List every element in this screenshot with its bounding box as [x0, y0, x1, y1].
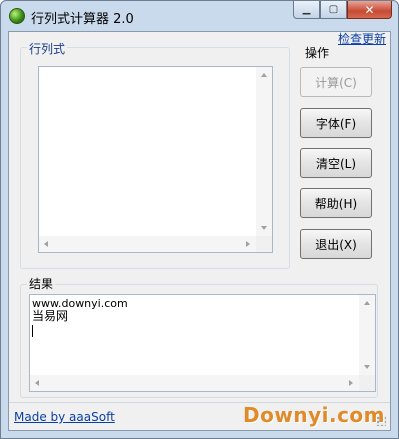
scroll-left-icon[interactable] — [35, 380, 39, 386]
close-button[interactable]: ✕ — [347, 1, 392, 19]
scroll-up-icon[interactable] — [261, 73, 267, 77]
title-bar[interactable]: 行列式计算器 2.0 ▁ ▢ ✕ — [1, 1, 398, 31]
result-vscrollbar[interactable] — [359, 295, 375, 375]
client-area: 检查更新 行列式 操作 计算(C) 字体(F) 清空(L) 帮助(H) 退出(X… — [8, 31, 391, 431]
scroll-corner — [256, 236, 272, 252]
determinant-input[interactable] — [38, 66, 273, 253]
result-line-2: 当易网 — [32, 309, 69, 323]
help-button[interactable]: 帮助(H) — [300, 188, 372, 218]
scroll-corner — [359, 375, 375, 391]
determinant-hscrollbar[interactable] — [39, 236, 256, 252]
window-title: 行列式计算器 2.0 — [31, 12, 134, 27]
font-button[interactable]: 字体(F) — [300, 108, 372, 138]
result-output[interactable]: www.downyi.com 当易网 — [29, 294, 376, 392]
maximize-button[interactable]: ▢ — [320, 1, 347, 19]
maximize-icon: ▢ — [328, 4, 339, 15]
scroll-down-icon[interactable] — [261, 226, 267, 230]
caption-buttons: ▁ ▢ ✕ — [293, 1, 392, 20]
scroll-left-icon[interactable] — [44, 241, 48, 247]
operations-label: 操作 — [303, 44, 332, 61]
watermark-logo: Downyi.com — [243, 403, 385, 427]
close-icon: ✕ — [364, 2, 375, 17]
main-window: 行列式计算器 2.0 ▁ ▢ ✕ 检查更新 行列式 操作 计算(C) 字体(F)… — [0, 0, 399, 439]
minimize-icon: ▁ — [302, 4, 311, 15]
result-hscrollbar[interactable] — [30, 375, 359, 391]
clear-button[interactable]: 清空(L) — [300, 148, 372, 178]
determinant-label: 行列式 — [27, 40, 68, 57]
made-by-link[interactable]: Made by aaaSoft — [14, 410, 115, 424]
scroll-up-icon[interactable] — [364, 301, 370, 305]
scroll-down-icon[interactable] — [364, 365, 370, 369]
check-update-link[interactable]: 检查更新 — [338, 30, 386, 47]
minimize-button[interactable]: ▁ — [293, 1, 320, 19]
text-cursor — [32, 325, 33, 337]
app-icon — [9, 8, 25, 24]
exit-button[interactable]: 退出(X) — [300, 229, 372, 259]
calculate-button[interactable]: 计算(C) — [300, 67, 372, 97]
scroll-right-icon[interactable] — [349, 380, 353, 386]
result-label: 结果 — [27, 275, 56, 292]
scroll-right-icon[interactable] — [246, 241, 250, 247]
determinant-vscrollbar[interactable] — [256, 67, 272, 236]
